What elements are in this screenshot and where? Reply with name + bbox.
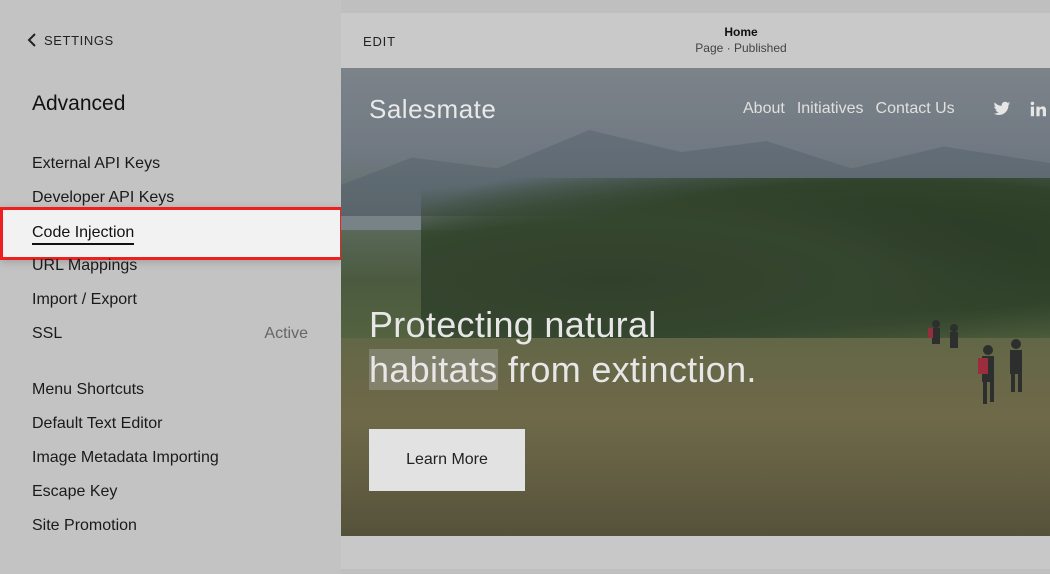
page-info: Home Page · Published (681, 25, 801, 55)
menu-item-label: Code Injection (32, 224, 135, 245)
menu-item-url-mappings[interactable]: URL Mappings (32, 257, 137, 275)
linkedin-icon[interactable] (1029, 101, 1047, 117)
menu-item-external-api-keys[interactable]: External API Keys (32, 155, 160, 173)
menu-item-menu-shortcuts[interactable]: Menu Shortcuts (32, 381, 144, 399)
section-title: Advanced (32, 92, 126, 115)
edit-button[interactable]: EDIT (363, 34, 396, 49)
menu-item-developer-api-keys[interactable]: Developer API Keys (32, 189, 174, 207)
menu-item-import-export[interactable]: Import / Export (32, 291, 137, 309)
menu-item-default-text-editor[interactable]: Default Text Editor (32, 415, 162, 433)
learn-more-button[interactable]: Learn More (369, 429, 525, 491)
menu-item-ssl[interactable]: SSL (32, 325, 62, 343)
nav-link-initiatives[interactable]: Initiatives (797, 100, 864, 118)
hero-heading: Protecting natural habitats from extinct… (369, 302, 889, 392)
twitter-icon[interactable] (993, 101, 1011, 117)
menu-item-escape-key[interactable]: Escape Key (32, 483, 117, 501)
menu-item-image-metadata-importing[interactable]: Image Metadata Importing (32, 449, 219, 467)
site-nav: About Initiatives Contact Us (743, 100, 955, 118)
nav-link-contact-us[interactable]: Contact Us (876, 100, 955, 118)
chevron-left-icon (27, 33, 36, 47)
hero-heading-highlight: habitats (369, 349, 498, 390)
nav-link-about[interactable]: About (743, 100, 785, 118)
hero-heading-line1: Protecting natural (369, 304, 657, 345)
back-to-settings-link[interactable]: SETTINGS (26, 32, 114, 48)
page-title: Home (724, 25, 758, 39)
page-status: Page · Published (695, 41, 787, 55)
preview-topbar: EDIT Home Page · Published (341, 13, 1050, 68)
hero-heading-line2: from extinction. (507, 349, 757, 390)
back-label: SETTINGS (44, 32, 114, 48)
ssl-status: Active (264, 325, 308, 342)
menu-item-site-promotion[interactable]: Site Promotion (32, 517, 137, 535)
site-preview-frame: EDIT Home Page · Published Salesmate Abo… (341, 13, 1050, 569)
hero-section: Salesmate About Initiatives Contact Us P… (341, 68, 1050, 536)
menu-item-code-injection[interactable]: Code Injection (0, 207, 343, 260)
settings-sidebar: SETTINGS Advanced External API Keys Deve… (0, 0, 343, 574)
site-brand-logo[interactable]: Salesmate (369, 94, 496, 125)
social-links (993, 101, 1047, 117)
